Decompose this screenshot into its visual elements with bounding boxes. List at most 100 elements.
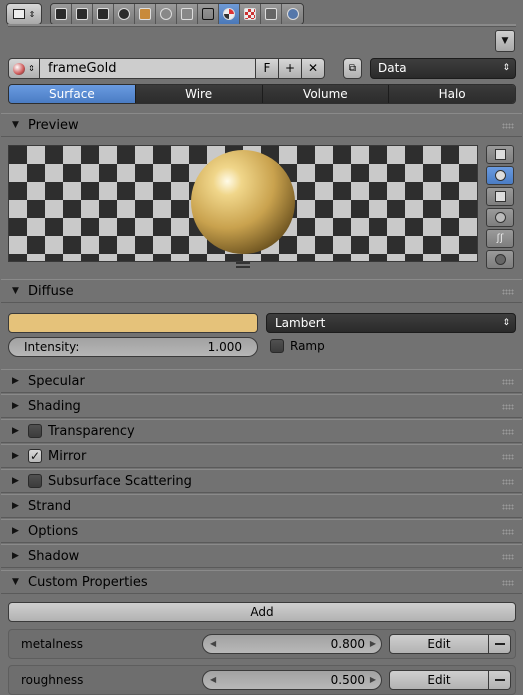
- diffuse-intensity-slider[interactable]: Intensity: 1.000: [8, 337, 258, 357]
- panel-title: Preview: [28, 117, 79, 133]
- material-slot-link-icon[interactable]: ⧉: [343, 58, 362, 79]
- modifiers-tab-icon[interactable]: [177, 4, 198, 24]
- render-layers-tab-icon[interactable]: [72, 4, 93, 24]
- drag-grip-icon[interactable]: [502, 580, 514, 586]
- arrow-right-icon[interactable]: ▶: [370, 671, 376, 689]
- edit-property-button[interactable]: Edit: [389, 634, 489, 654]
- expand-button[interactable]: ▼: [495, 30, 515, 52]
- preview-monkey-button[interactable]: [486, 208, 514, 227]
- panel-header-diffuse[interactable]: ▼ Diffuse: [1, 279, 522, 303]
- sphere-icon: [494, 170, 506, 181]
- drag-grip-icon[interactable]: [502, 454, 514, 460]
- drag-grip-icon[interactable]: [502, 429, 514, 435]
- monkey-icon: [494, 212, 506, 223]
- material-preview: [8, 145, 478, 262]
- fake-user-button[interactable]: F: [256, 58, 279, 79]
- drag-grip-icon[interactable]: [502, 404, 514, 410]
- custom-property-row: roughness ◀ 0.500 ▶ Edit: [8, 665, 516, 695]
- material-tab-icon[interactable]: [219, 4, 240, 24]
- panel-header-mirror[interactable]: ▶ ✓ Mirror: [1, 444, 522, 468]
- browse-material-button[interactable]: ⇕: [8, 58, 40, 79]
- transparency-checkbox[interactable]: [28, 424, 42, 438]
- texture-tab-icon[interactable]: [240, 4, 261, 24]
- panel-header-preview[interactable]: ▼ Preview: [1, 113, 522, 137]
- preview-sphere-button[interactable]: [486, 166, 514, 185]
- tab-surface[interactable]: Surface: [9, 85, 136, 103]
- diffuse-color-swatch[interactable]: [8, 313, 258, 333]
- panel-title: Subsurface Scattering: [48, 473, 192, 489]
- panel-header-shadow[interactable]: ▶ Shadow: [1, 544, 522, 568]
- panel-title: Specular: [28, 373, 85, 389]
- diffuse-shader-dropdown[interactable]: Lambert ⇕: [266, 313, 516, 333]
- data-tab-icon[interactable]: [198, 4, 219, 24]
- editor-type-menu[interactable]: ⇕: [6, 3, 42, 25]
- render-tab-icon[interactable]: [51, 4, 72, 24]
- panel-header-sss[interactable]: ▶ Subsurface Scattering: [1, 469, 522, 493]
- preview-sky-button[interactable]: [486, 250, 514, 269]
- preview-hair-button[interactable]: ʃʃ: [486, 229, 514, 248]
- sky-sphere-icon: [494, 254, 506, 265]
- panel-header-shading[interactable]: ▶ Shading: [1, 394, 522, 418]
- triangle-down-icon: ▼: [12, 120, 19, 130]
- property-name: metalness: [21, 637, 83, 651]
- preview-flat-button[interactable]: [486, 145, 514, 164]
- preview-cube-button[interactable]: [486, 187, 514, 206]
- chevron-updown-icon: ⇕: [502, 318, 510, 328]
- panel-header-transparency[interactable]: ▶ Transparency: [1, 419, 522, 443]
- panel-header-specular[interactable]: ▶ Specular: [1, 369, 522, 393]
- panel-header-strand[interactable]: ▶ Strand: [1, 494, 522, 518]
- drag-grip-icon[interactable]: [502, 379, 514, 385]
- panel-title: Custom Properties: [28, 574, 148, 590]
- arrow-right-icon[interactable]: ▶: [370, 635, 376, 653]
- panel-title: Options: [28, 523, 79, 539]
- material-name-field[interactable]: frameGold: [40, 58, 256, 79]
- tab-halo[interactable]: Halo: [389, 85, 515, 103]
- arrow-left-icon[interactable]: ◀: [210, 671, 216, 689]
- diffuse-shader-value: Lambert: [275, 316, 326, 330]
- mirror-checkbox[interactable]: ✓: [28, 449, 42, 463]
- context-tabs: [50, 3, 304, 25]
- triangle-right-icon: ▶: [12, 401, 19, 411]
- minus-icon: [494, 679, 505, 681]
- constraints-tab-icon[interactable]: [156, 4, 177, 24]
- add-property-button[interactable]: Add: [8, 602, 516, 622]
- panel-title: Mirror: [48, 448, 87, 464]
- panel-header-custom-properties[interactable]: ▼ Custom Properties: [1, 570, 522, 594]
- drag-grip-icon[interactable]: [502, 504, 514, 510]
- unlink-material-button[interactable]: ✕: [302, 58, 325, 79]
- ramp-checkbox[interactable]: [270, 339, 284, 353]
- tab-volume[interactable]: Volume: [262, 85, 390, 103]
- drag-grip-icon[interactable]: [502, 289, 514, 295]
- add-material-button[interactable]: +: [279, 58, 302, 79]
- drag-grip-icon[interactable]: [502, 529, 514, 535]
- preview-resize-handle[interactable]: [236, 262, 250, 268]
- panel-title: Transparency: [48, 423, 135, 439]
- panel-header-options[interactable]: ▶ Options: [1, 519, 522, 543]
- material-datablock: ⇕ frameGold F + ✕: [8, 58, 325, 79]
- sss-checkbox[interactable]: [28, 474, 42, 488]
- drag-grip-icon[interactable]: [502, 554, 514, 560]
- remove-property-button[interactable]: [489, 634, 511, 654]
- property-value-field[interactable]: ◀ 0.500 ▶: [202, 670, 382, 690]
- panel-title: Diffuse: [28, 283, 74, 299]
- remove-property-button[interactable]: [489, 670, 511, 690]
- scene-tab-icon[interactable]: [93, 4, 114, 24]
- arrow-left-icon[interactable]: ◀: [210, 635, 216, 653]
- link-dropdown-value: Data: [378, 61, 407, 75]
- triangle-right-icon: ▶: [12, 501, 19, 511]
- particles-tab-icon[interactable]: [261, 4, 282, 24]
- tab-wire[interactable]: Wire: [135, 85, 263, 103]
- property-value: 0.500: [330, 673, 365, 687]
- physics-tab-icon[interactable]: [282, 4, 303, 24]
- drag-grip-icon[interactable]: [502, 123, 514, 129]
- edit-property-button[interactable]: Edit: [389, 670, 489, 690]
- ramp-toggle[interactable]: Ramp: [270, 339, 325, 353]
- link-dropdown[interactable]: Data ⇕: [370, 58, 516, 79]
- chevron-updown-icon: ⇕: [502, 63, 510, 73]
- drag-grip-icon[interactable]: [502, 479, 514, 485]
- property-value-field[interactable]: ◀ 0.800 ▶: [202, 634, 382, 654]
- world-tab-icon[interactable]: [114, 4, 135, 24]
- object-tab-icon[interactable]: [135, 4, 156, 24]
- panel-title: Strand: [28, 498, 72, 514]
- intensity-value: 1.000: [207, 340, 242, 354]
